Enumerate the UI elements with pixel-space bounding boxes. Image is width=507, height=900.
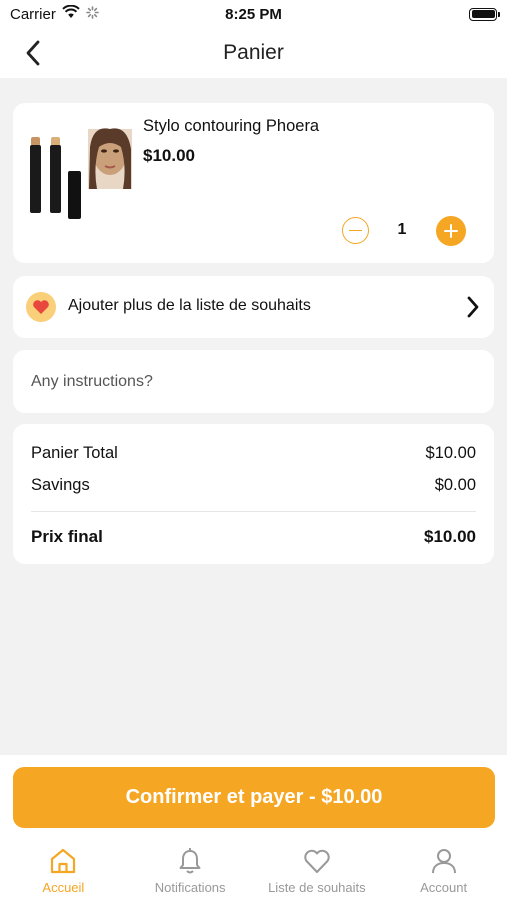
heart-outline-icon <box>304 849 330 873</box>
heart-icon <box>26 292 56 322</box>
add-from-wishlist-label: Ajouter plus de la liste de souhaits <box>68 297 311 314</box>
final-price-row: Prix final $10.00 <box>31 527 476 547</box>
tab-wishlist[interactable]: Liste de souhaits <box>254 838 381 900</box>
tab-wishlist-label: Liste de souhaits <box>268 880 366 895</box>
nav-bar: Panier <box>0 28 507 78</box>
cart-total-label: Panier Total <box>31 444 118 462</box>
tab-account[interactable]: Account <box>380 838 507 900</box>
decrease-quantity-button[interactable] <box>342 217 369 244</box>
add-from-wishlist-row[interactable]: Ajouter plus de la liste de souhaits <box>13 276 494 338</box>
tab-home-label: Accueil <box>42 880 85 895</box>
instructions-input[interactable] <box>31 370 471 394</box>
cart-total-value: $10.00 <box>425 444 476 462</box>
loading-spinner-icon <box>86 5 99 23</box>
tab-bar: Accueil Notifications Liste de souhaits … <box>0 838 507 900</box>
status-left: Carrier <box>10 4 99 23</box>
battery-icon <box>469 7 500 21</box>
wifi-icon <box>62 4 80 23</box>
savings-row: Savings $0.00 <box>31 476 476 495</box>
instructions-card <box>13 350 494 413</box>
savings-label: Savings <box>31 476 90 494</box>
chevron-right-icon <box>466 295 480 324</box>
tab-account-label: Account <box>420 880 468 895</box>
tab-notifications-label: Notifications <box>154 880 226 895</box>
product-name[interactable]: Stylo contouring Phoera <box>143 117 319 136</box>
home-icon <box>51 848 76 874</box>
final-price-value: $10.00 <box>424 527 476 546</box>
final-price-label: Prix final <box>31 527 103 546</box>
order-summary-card: Panier Total $10.00 Savings $0.00 Prix f… <box>13 424 494 564</box>
minus-icon <box>349 229 362 232</box>
product-image[interactable] <box>27 127 147 222</box>
plus-icon <box>444 224 458 238</box>
status-bar: Carrier 8:25 PM <box>0 0 507 28</box>
page-title: Panier <box>223 41 284 64</box>
tab-home[interactable]: Accueil <box>0 838 127 900</box>
confirm-and-pay-button[interactable]: Confirmer et payer - $10.00 <box>13 767 495 828</box>
tab-notifications[interactable]: Notifications <box>127 838 254 900</box>
product-price: $10.00 <box>143 146 195 165</box>
cart-item-card: Stylo contouring Phoera $10.00 1 <box>13 103 494 263</box>
user-icon <box>431 849 456 874</box>
divider <box>31 511 476 512</box>
bell-icon <box>179 848 201 874</box>
savings-value: $0.00 <box>434 476 476 494</box>
cart-total-row: Panier Total $10.00 <box>31 444 476 463</box>
chevron-left-icon <box>26 40 40 66</box>
increase-quantity-button[interactable] <box>436 216 466 246</box>
carrier-label: Carrier <box>10 5 56 23</box>
quantity-value: 1 <box>397 221 407 238</box>
back-button[interactable] <box>18 38 48 68</box>
